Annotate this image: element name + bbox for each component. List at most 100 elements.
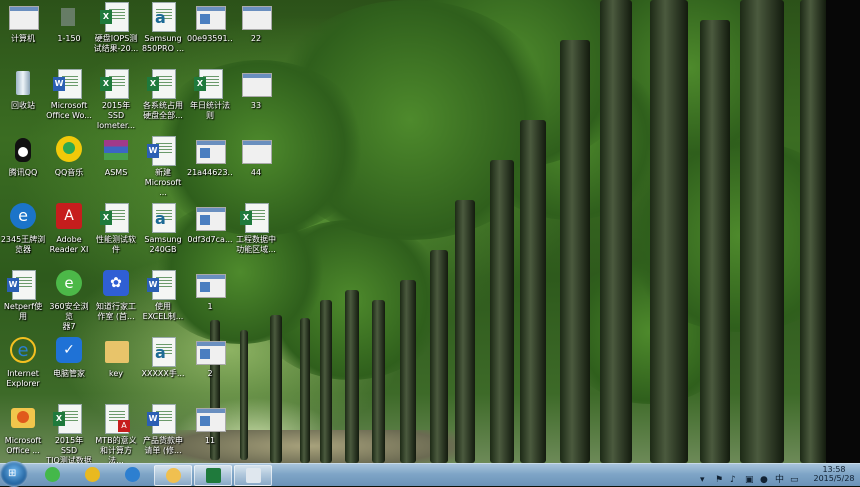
desktop-icon-label: QQ音乐 [54,168,84,177]
clock[interactable]: 13:58 2015/5/28 [810,465,858,483]
desktop-icon[interactable]: ✿ 知道行家工 作室 (首... [93,270,139,322]
desktop-icon-label: 使用 EXCEL制... [142,302,184,321]
desktop-icon-label: Samsung 850PRO ... [141,34,185,53]
desktop-icon[interactable]: X 各系统占用 硬盘全部... [140,69,186,121]
desktop-icon[interactable]: Microsoft Office ... [0,404,46,456]
desktop-icon[interactable]: 2 [187,337,233,379]
desktop-icon[interactable]: a Samsung 850PRO ... [140,2,186,54]
desktop-icon-label: 360安全浏览 器7 [49,302,89,331]
desktop-icon[interactable]: ASMS [93,136,139,178]
text-a-icon: a [147,2,179,32]
desktop-icon[interactable]: 33 [233,69,279,111]
taskbar-button[interactable] [114,465,150,484]
desktop-icon[interactable]: e Internet Explorer [0,337,46,389]
desktop-icon[interactable]: X 工程数据中 功能区域... [233,203,279,255]
desktop-icon[interactable]: QQ音乐 [46,136,92,178]
desktop-icon[interactable]: 0df3d7ca... [187,203,233,245]
battery-icon[interactable]: ▭ [790,475,801,486]
desktop-icon[interactable]: e 360安全浏览 器7 [46,270,92,332]
qq-icon[interactable]: ● [760,475,771,486]
word-file-icon: W [147,404,179,434]
desktop-icon-label: Netperf使用 [3,302,43,321]
desktop-icon-label: 21a44623... [187,168,233,177]
image-file-icon [194,2,226,32]
computer-icon [7,2,39,32]
taskbar-button[interactable] [74,465,110,484]
desktop-icon[interactable]: 腾讯QQ [0,136,46,178]
desktop-icon[interactable]: 1 [187,270,233,312]
excel-file-icon: X [147,69,179,99]
desktop-icon[interactable]: 22 [233,2,279,44]
desktop-icon[interactable]: a XXXXX手... [140,337,186,379]
desktop-icon[interactable]: W Netperf使用 [0,270,46,322]
taskbar-button[interactable] [34,465,70,484]
desktop-icon-label: 0df3d7ca... [187,235,233,244]
excel-file-icon: X [100,2,132,32]
taskbar-button[interactable] [154,465,192,486]
desktop-icon-label: 腾讯QQ [8,168,38,177]
qq-music-icon [53,136,85,166]
volume-icon[interactable]: ♪ [730,475,741,486]
desktop-icon[interactable]: key [93,337,139,379]
desktop-icon-label: 年日统计法 则 [190,101,230,120]
desktop-icon[interactable]: ✓ 电脑管家 [46,337,92,379]
window-file-icon [240,2,272,32]
desktop-icon-label: 44 [250,168,262,177]
image-file-icon [194,136,226,166]
start-button[interactable]: ⊞ [0,461,28,487]
desktop-icon-label: 性能测试软 件 [96,235,136,254]
desktop-icon[interactable]: X 年日统计法 则 [187,69,233,121]
taskbar-button[interactable] [194,465,232,486]
ime-icon[interactable]: 中 [775,475,786,486]
word-file-icon: W [147,270,179,300]
desktop-icon[interactable]: X 2015年 SSD Iometer... [93,69,139,131]
desktop-icon[interactable]: A MTB的意义 和计算方法... [93,404,139,463]
desktop-icon[interactable]: 21a44623... [187,136,233,178]
desktop-icon-label: 计算机 [11,34,35,43]
flag-icon[interactable]: ⚑ [715,475,726,486]
excel-file-icon: X [100,69,132,99]
network-icon[interactable]: ▣ [745,475,756,486]
desktop-icon-label: 2345王牌浏 览器 [0,235,46,254]
desktop-icon[interactable]: 00e93591... [187,2,233,44]
desktop-icon-label: 11 [204,436,216,445]
desktop-icon-label: 2 [207,369,213,378]
desktop-icon[interactable]: X 性能测试软 件 [93,203,139,255]
excel-file-icon: X [240,203,272,233]
desktop-icon-label: 新建 Microsoft ... [144,168,182,197]
image-file-icon [194,203,226,233]
desktop-icon-label: 2015年 SSD TIO测试数据 [46,436,92,463]
desktop-icon[interactable]: W 产品货款申 请单 (修... [140,404,186,456]
qq-music-icon [85,467,100,482]
desktop-icon[interactable]: W 新建 Microsoft ... [140,136,186,198]
desktop-icon-label: key [108,369,123,378]
desktop-icon[interactable]: A Adobe Reader XI [46,203,92,255]
desktop-icon[interactable]: X 硬盘IOPS测 试结果-20... [93,2,139,54]
desktop[interactable]: 计算机 回收站 腾讯QQ e 2345王牌浏 览器 W Netperf使用 e Internet… [0,0,860,463]
shield-icon[interactable]: ▾ [700,475,711,486]
desktop-icon[interactable]: 回收站 [0,69,46,111]
image-file-icon [194,404,226,434]
desktop-icon-label: 22 [250,34,262,43]
desktop-icon[interactable]: 11 [187,404,233,446]
document-icon: W [7,270,39,300]
taskbar-button[interactable] [234,465,272,486]
qq-penguin-icon [7,136,39,166]
desktop-icon[interactable]: 1-150 [46,2,92,44]
text-a-icon: a [147,337,179,367]
desktop-icon[interactable]: a Samsung 240GB [140,203,186,255]
desktop-icon[interactable]: W 使用 EXCEL制... [140,270,186,322]
desktop-icon-label: Adobe Reader XI [49,235,89,254]
word-file-icon: W [147,136,179,166]
desktop-icon[interactable]: W Microsoft Office Wo... [46,69,92,121]
desktop-icon[interactable]: 计算机 [0,2,46,44]
desktop-icon[interactable]: e 2345王牌浏 览器 [0,203,46,255]
window-file-icon [240,69,272,99]
desktop-icon[interactable]: 44 [233,136,279,178]
desktop-icon-label: Internet Explorer [6,369,40,388]
browser-e-icon: e [7,203,39,233]
clock-time: 13:58 [822,465,846,474]
desktop-icon[interactable]: X 2015年 SSD TIO测试数据 [46,404,92,463]
desktop-icon-label: Samsung 240GB [144,235,182,254]
desktop-icon-label: 工程数据中 功能区域... [236,235,276,254]
